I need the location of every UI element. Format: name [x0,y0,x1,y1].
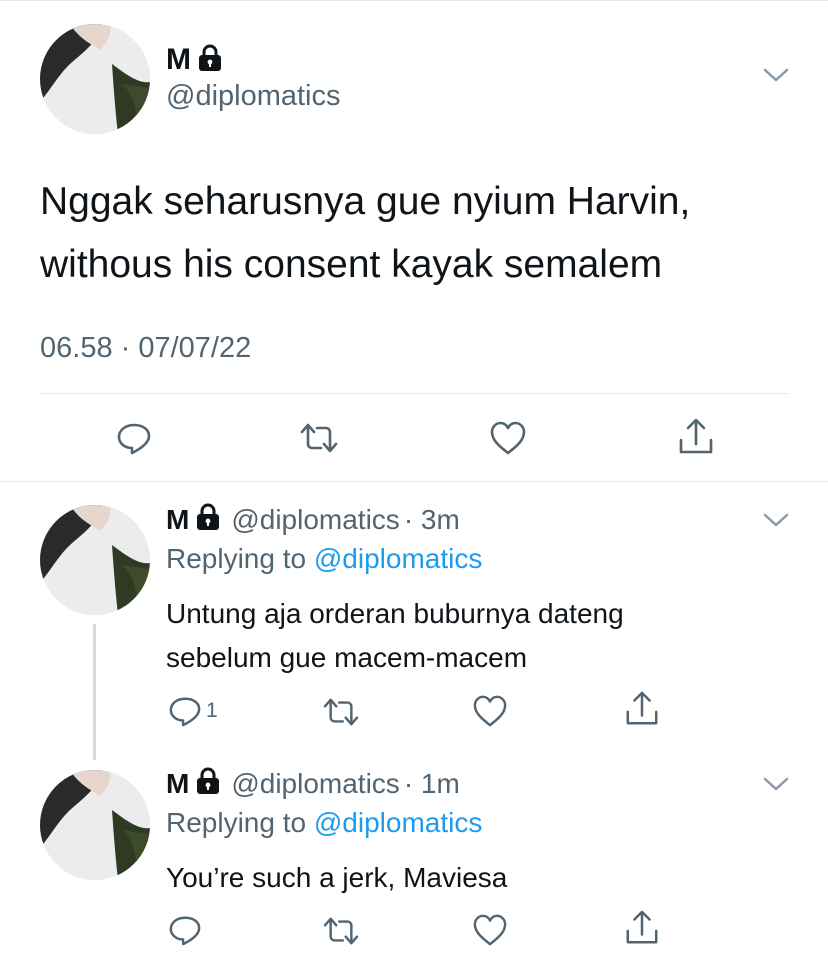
share-icon [626,910,658,944]
share-icon [679,418,713,454]
reply-header: M @diplomatics · 1m [166,766,460,802]
tweet-text: Nggak seharusnya gue nyium Harvin, witho… [40,170,690,296]
lock-icon [195,503,221,538]
share-icon [626,691,658,725]
thread-line [93,624,96,760]
author-name[interactable]: M [166,504,189,536]
like-icon [473,695,507,727]
author-handle[interactable]: @diplomatics [166,80,341,113]
lock-icon [195,767,221,802]
retweet-button[interactable] [299,421,339,455]
replying-to: Replying to @diplomatics [166,807,482,839]
reply-button[interactable] [168,913,202,947]
author-handle[interactable]: @diplomatics [231,768,399,800]
reply-text-line: sebelum gue macem-macem [166,642,528,673]
retweet-icon [323,917,359,945]
replying-to-handle[interactable]: @diplomatics [314,807,482,838]
author-name[interactable]: M [166,768,189,800]
divider [0,481,828,482]
replying-to-label: Replying to [166,807,307,838]
reply-button[interactable] [116,420,152,456]
author-row: M [166,42,223,78]
reply-button[interactable]: 1 [168,694,218,728]
reply-text: Untung aja orderan buburnya dateng sebel… [166,592,624,680]
tweet-text-line: withous his consent kayak semalem [40,243,663,286]
retweet-icon [323,698,359,726]
reply-count: 1 [206,699,218,722]
replying-to-label: Replying to [166,543,307,574]
chevron-down-icon[interactable] [762,775,790,798]
top-border [0,0,828,1]
share-button[interactable] [624,909,660,947]
replying-to-handle[interactable]: @diplomatics [314,543,482,574]
reply-time[interactable]: · 1m [404,768,460,800]
like-icon [473,914,507,946]
reply-text: You’re such a jerk, Maviesa [166,856,507,900]
lock-icon [197,44,223,77]
author-name[interactable]: M [166,43,191,77]
tweet-timestamp[interactable]: 06.58 · 07/07/22 [40,332,251,365]
chevron-down-icon[interactable] [762,511,790,534]
divider [40,393,788,394]
chevron-down-icon[interactable] [762,66,790,89]
like-button[interactable] [472,913,508,947]
avatar[interactable] [40,770,150,880]
retweet-icon [300,423,338,453]
author-handle[interactable]: @diplomatics [231,504,399,536]
avatar[interactable] [40,24,150,134]
share-button[interactable] [677,417,715,457]
replying-to: Replying to @diplomatics [166,543,482,575]
reply-icon [169,916,201,946]
avatar[interactable] [40,505,150,615]
reply-header: M @diplomatics · 3m [166,502,460,538]
like-button[interactable] [489,420,527,456]
like-button[interactable] [472,694,508,728]
tweet-text-line: Nggak seharusnya gue nyium Harvin, [40,180,691,223]
share-button[interactable] [624,690,660,728]
reply-icon [117,423,151,455]
reply-text-line: Untung aja orderan buburnya dateng [166,598,624,629]
reply-icon [169,697,201,727]
retweet-button[interactable] [322,915,360,947]
like-icon [490,421,526,455]
reply-time[interactable]: · 3m [404,504,460,536]
retweet-button[interactable] [322,696,360,728]
reply-text-line: You’re such a jerk, Maviesa [166,862,508,893]
